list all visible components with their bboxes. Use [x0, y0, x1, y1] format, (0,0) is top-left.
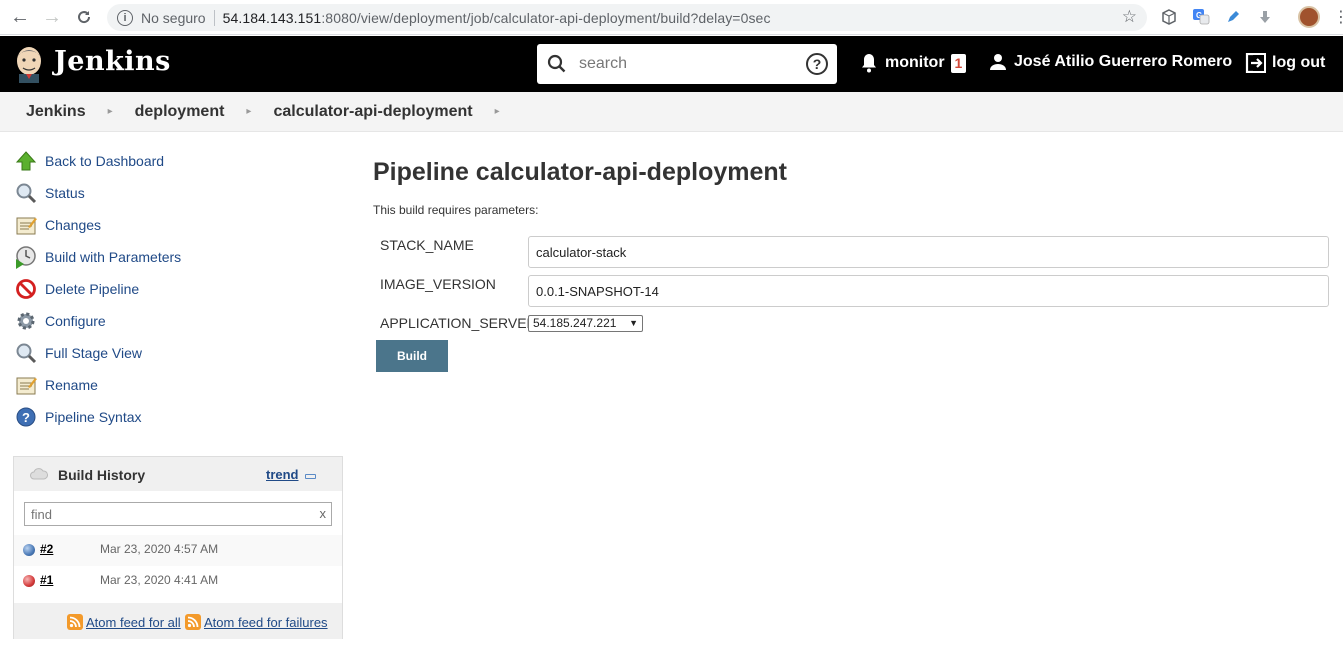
- search-input[interactable]: [579, 52, 799, 76]
- build-filter-input[interactable]: [25, 503, 305, 525]
- jenkins-brand[interactable]: Jenkins: [54, 46, 171, 77]
- collapse-icon[interactable]: [305, 474, 316, 479]
- task-configure[interactable]: Configure: [14, 307, 106, 335]
- profile-avatar[interactable]: [1298, 6, 1320, 28]
- breadcrumb-item-jenkins[interactable]: Jenkins: [26, 103, 86, 121]
- build-history-header: Build History trend: [14, 457, 342, 491]
- build-row: #2 Mar 23, 2020 4:57 AM: [14, 535, 342, 566]
- security-label: No seguro: [141, 9, 206, 26]
- task-changes[interactable]: Changes: [14, 211, 101, 239]
- breadcrumb: Jenkins ▸ deployment ▸ calculator-api-de…: [0, 92, 1343, 132]
- requires-parameters-text: This build requires parameters:: [373, 203, 539, 217]
- task-pipeline-syntax[interactable]: ? Pipeline Syntax: [14, 403, 142, 431]
- cloud-icon: [30, 468, 48, 480]
- clear-filter-icon[interactable]: x: [320, 506, 327, 521]
- help-icon: ?: [14, 405, 38, 429]
- build-status-red-icon: [23, 575, 35, 587]
- feed-all[interactable]: Atom feed for all: [67, 614, 181, 630]
- magnifier-icon: [14, 181, 38, 205]
- monitor-count-badge: 1: [950, 53, 967, 73]
- param-label-application-server: APPLICATION_SERVER: [380, 315, 537, 331]
- logout-label: log out: [1272, 54, 1326, 71]
- search-icon: [547, 54, 566, 73]
- breadcrumb-chevron-icon[interactable]: ▸: [246, 106, 251, 117]
- search-help-icon[interactable]: ?: [806, 53, 828, 75]
- build-button[interactable]: Build: [376, 340, 448, 372]
- clock-play-icon: [14, 245, 38, 269]
- task-delete-pipeline[interactable]: Delete Pipeline: [14, 275, 139, 303]
- user-icon: [990, 54, 1006, 70]
- param-label-image-version: IMAGE_VERSION: [380, 276, 496, 292]
- address-bar[interactable]: i No seguro 54.184.143.151:8080/view/dep…: [107, 4, 1147, 31]
- bell-icon: [862, 54, 876, 73]
- user-name: José Atilio Guerrero Romero: [1014, 53, 1233, 70]
- magnifier-icon: [14, 341, 38, 365]
- url-text: 54.184.143.151:8080/view/deployment/job/…: [222, 9, 771, 26]
- info-icon[interactable]: i: [117, 9, 133, 26]
- task-build-with-parameters[interactable]: Build with Parameters: [14, 243, 181, 271]
- build-status-blue-icon: [23, 544, 35, 556]
- jenkins-header: Jenkins ? monitor 1 José Atilio Guerrero…: [0, 36, 1343, 92]
- task-full-stage-view[interactable]: Full Stage View: [14, 339, 142, 367]
- application-server-selected: 54.185.247.221: [533, 316, 617, 330]
- download-extension-icon[interactable]: [1254, 6, 1276, 28]
- monitor-link[interactable]: monitor 1: [860, 53, 967, 73]
- stack-name-field[interactable]: [528, 236, 1329, 268]
- build-history-footer: Atom feed for all Atom feed for failures: [14, 603, 342, 639]
- gear-icon: [14, 309, 38, 333]
- up-arrow-icon: [14, 149, 38, 173]
- build-date: Mar 23, 2020 4:41 AM: [100, 573, 219, 587]
- application-server-select[interactable]: 54.185.247.221 ▼: [528, 315, 643, 332]
- monitor-label: monitor: [885, 54, 945, 71]
- search-box: ?: [537, 44, 837, 84]
- breadcrumb-chevron-icon[interactable]: ▸: [495, 106, 500, 117]
- breadcrumb-item-job[interactable]: calculator-api-deployment: [273, 103, 472, 121]
- bookmark-star-icon[interactable]: ☆: [1122, 7, 1137, 27]
- feed-failures[interactable]: Atom feed for failures: [185, 614, 328, 630]
- build-history-title: Build History: [58, 467, 146, 483]
- feed-all-link[interactable]: Atom feed for all: [86, 615, 181, 630]
- notepad-icon: [14, 373, 38, 397]
- build-number-link[interactable]: #1: [40, 573, 53, 587]
- jenkins-logo-icon[interactable]: [13, 43, 45, 83]
- forward-icon[interactable]: →: [37, 2, 67, 32]
- image-version-field[interactable]: [528, 275, 1329, 307]
- task-rename[interactable]: Rename: [14, 371, 98, 399]
- translate-extension-icon[interactable]: G: [1190, 6, 1212, 28]
- svg-text:?: ?: [22, 410, 30, 425]
- param-label-stack-name: STACK_NAME: [380, 237, 474, 253]
- back-icon[interactable]: ←: [5, 2, 35, 32]
- rss-icon: [67, 614, 83, 630]
- feed-failures-link[interactable]: Atom feed for failures: [204, 615, 328, 630]
- rss-icon: [185, 614, 201, 630]
- notepad-icon: [14, 213, 38, 237]
- build-filter-box: x: [24, 502, 332, 526]
- build-number-link[interactable]: #2: [40, 542, 53, 556]
- breadcrumb-item-deployment[interactable]: deployment: [135, 103, 225, 121]
- task-back-to-dashboard[interactable]: Back to Dashboard: [14, 147, 164, 175]
- logout-icon: [1245, 53, 1266, 73]
- address-separator: [213, 9, 215, 26]
- user-link[interactable]: José Atilio Guerrero Romero: [989, 53, 1232, 71]
- build-row: #1 Mar 23, 2020 4:41 AM: [14, 566, 342, 597]
- browser-menu-icon[interactable]: ⋮: [1330, 6, 1343, 28]
- page-title: Pipeline calculator-api-deployment: [373, 158, 787, 186]
- breadcrumb-chevron-icon[interactable]: ▸: [108, 106, 113, 117]
- task-status[interactable]: Status: [14, 179, 85, 207]
- pen-extension-icon[interactable]: [1222, 6, 1244, 28]
- logout-link[interactable]: log out: [1245, 53, 1325, 73]
- reload-icon[interactable]: [69, 2, 99, 32]
- cube-extension-icon[interactable]: [1158, 6, 1180, 28]
- dropdown-arrow-icon[interactable]: ▼: [629, 316, 638, 331]
- build-date: Mar 23, 2020 4:57 AM: [100, 542, 219, 556]
- build-history-panel: Build History trend x #2 Mar 23, 2020 4:…: [13, 456, 343, 639]
- trend-link[interactable]: trend: [266, 467, 299, 482]
- browser-toolbar: ← → i No seguro 54.184.143.151:8080/view…: [0, 0, 1343, 35]
- no-entry-icon: [14, 277, 38, 301]
